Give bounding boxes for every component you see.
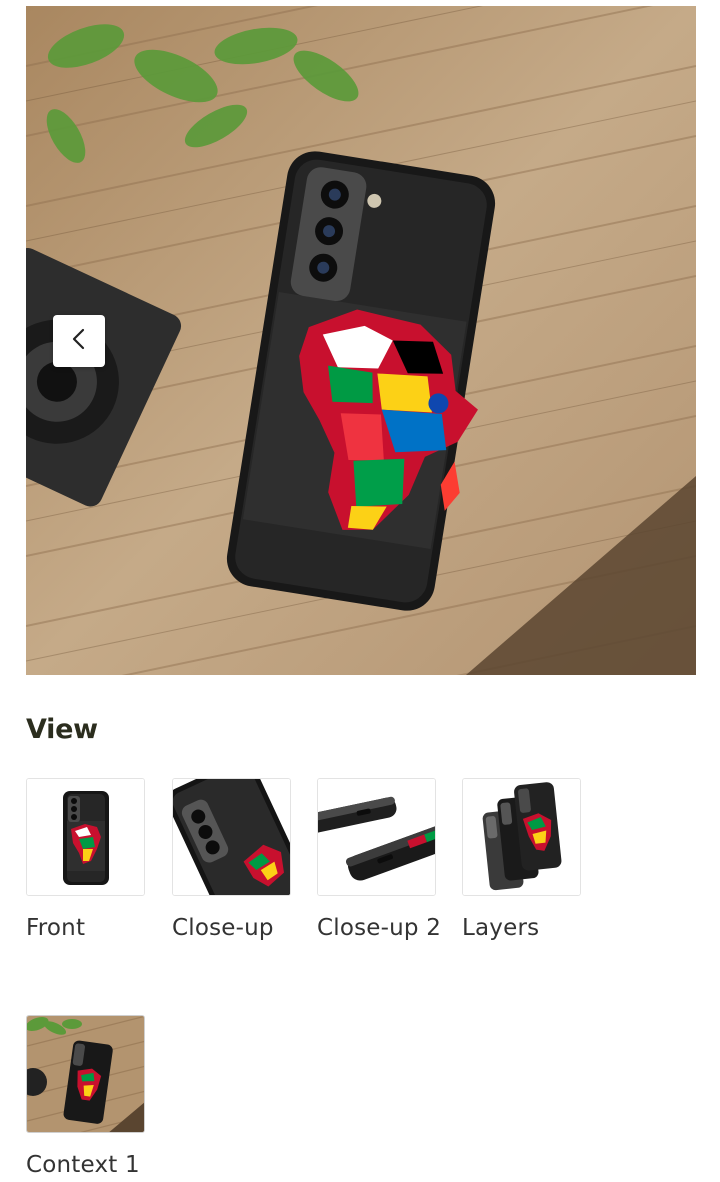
thumbnail-close-up-2[interactable] [317, 778, 436, 896]
thumbnail-context-1[interactable] [26, 1015, 145, 1133]
thumbnail-label-front: Front [26, 915, 86, 941]
previous-image-button[interactable] [53, 315, 105, 367]
thumbnail-layers[interactable] [462, 778, 581, 896]
thumbnail-close-up[interactable] [172, 778, 291, 896]
thumbnail-label-close-up: Close-up [172, 915, 274, 941]
thumbnail-label-context-1: Context 1 [26, 1152, 140, 1178]
thumbnail-label-layers: Layers [462, 915, 540, 941]
view-heading: View [26, 714, 98, 745]
thumbnail-label-close-up-2: Close-up 2 [317, 915, 442, 941]
main-product-image [26, 6, 696, 675]
thumbnail-front[interactable] [26, 778, 145, 896]
chevron-left-icon [71, 328, 87, 354]
